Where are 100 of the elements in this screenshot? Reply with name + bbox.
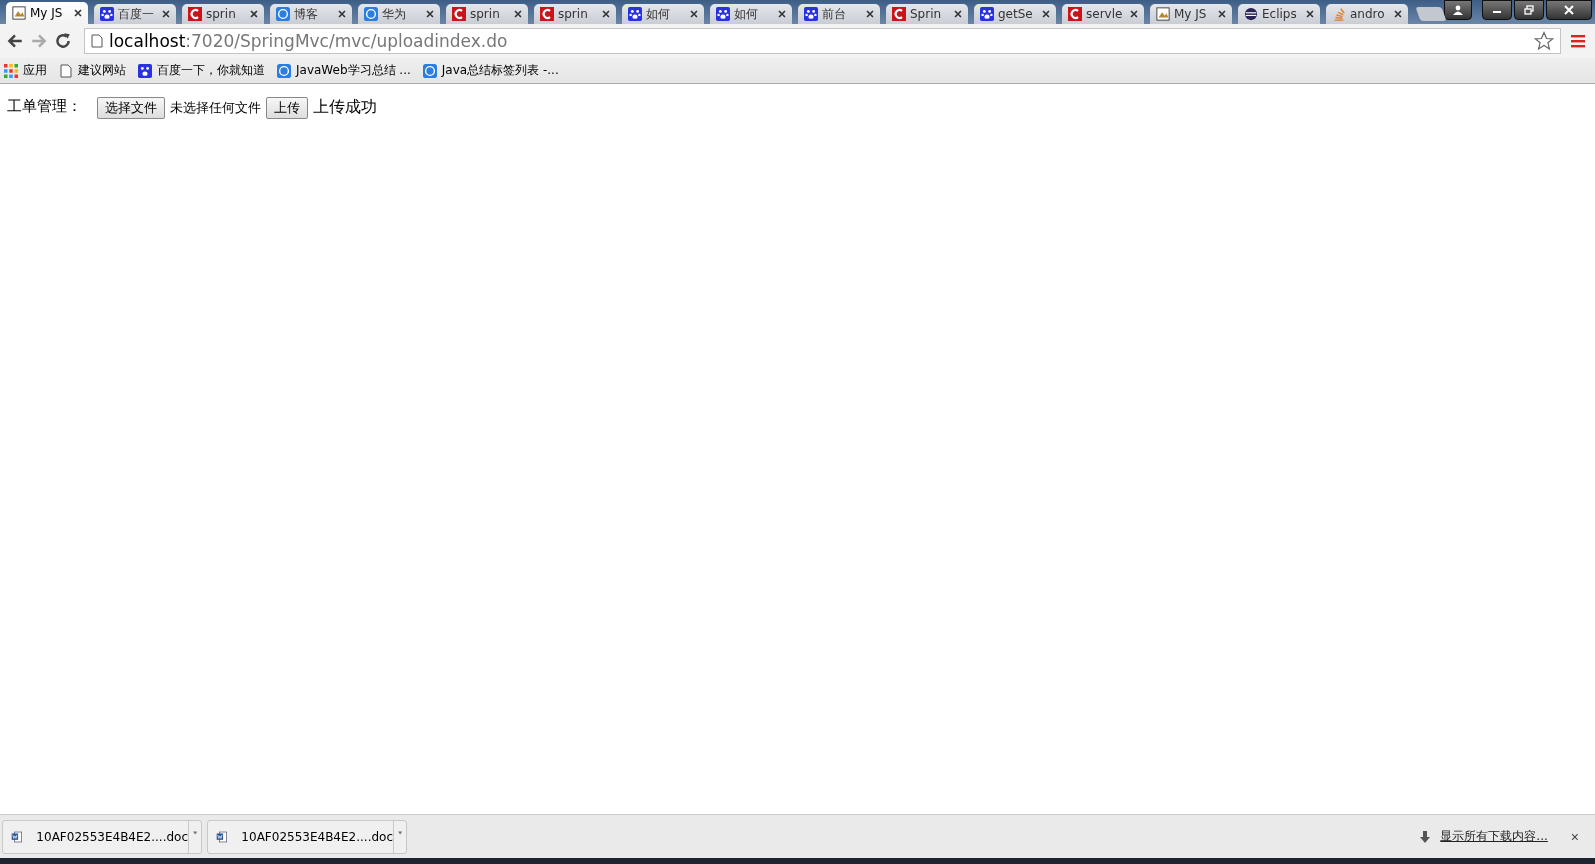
circle-logo-icon <box>276 7 290 21</box>
browser-tab[interactable]: My JS <box>1150 4 1232 24</box>
bookmark[interactable]: 百度一下，你就知道 <box>138 62 265 79</box>
paw-icon <box>980 7 994 21</box>
download-item[interactable]: 10AF02553E4B4E2....doc <box>2 819 202 854</box>
download-item[interactable]: 10AF02553E4B4E2....doc <box>207 819 407 854</box>
menu-icon[interactable] <box>1571 34 1585 48</box>
close-icon[interactable] <box>778 10 786 18</box>
restore-icon <box>1524 5 1534 15</box>
close-icon[interactable] <box>162 10 170 18</box>
circle-logo-icon <box>422 63 437 78</box>
close-icon[interactable] <box>1042 10 1050 18</box>
tab-title: Sprin <box>910 7 943 21</box>
star-icon[interactable] <box>1534 31 1554 51</box>
browser-tab[interactable]: 华为 <box>358 4 440 24</box>
close-icon[interactable] <box>954 10 962 18</box>
circle-logo-icon <box>364 7 378 21</box>
tab-title: getSe <box>998 7 1034 21</box>
browser-tab[interactable]: 前台 <box>798 4 880 24</box>
new-tab-button[interactable] <box>1415 7 1447 21</box>
close-icon[interactable] <box>690 10 698 18</box>
paw-icon <box>716 7 730 21</box>
paw-icon <box>138 63 152 78</box>
tab-title: 如何 <box>734 5 759 23</box>
tab-title: 博客 <box>294 5 319 23</box>
reload-icon[interactable] <box>54 32 72 50</box>
tab-title: sprin <box>558 7 589 21</box>
upload-button[interactable]: 上传 <box>266 97 308 119</box>
c-logo-icon <box>1068 7 1082 21</box>
caret-icon[interactable] <box>192 830 197 835</box>
close-icon[interactable] <box>1218 10 1226 18</box>
tab-title: servle <box>1086 7 1124 21</box>
eclipse-icon <box>1244 7 1258 21</box>
circle-logo-icon <box>277 63 291 78</box>
choose-file-button[interactable]: 选择文件 <box>97 97 165 119</box>
browser-tab[interactable]: sprin <box>446 4 528 24</box>
minimize-button[interactable] <box>1482 0 1512 20</box>
caret-icon[interactable] <box>397 830 402 835</box>
browser-tab[interactable]: servle <box>1062 4 1144 24</box>
browser-tab[interactable]: My JS <box>6 2 88 24</box>
c-logo-icon <box>892 7 906 21</box>
browser-tab[interactable]: andro <box>1326 4 1408 24</box>
word-document-icon <box>11 828 23 845</box>
browser-tab[interactable]: 百度一 <box>94 4 176 24</box>
address-bar[interactable]: localhost:7020/SpringMvc/mvc/uploadindex.do <box>84 28 1561 54</box>
close-download-bar-button[interactable]: × <box>1568 828 1581 845</box>
bookmark[interactable]: Java总结标签列表 -... <box>422 62 559 79</box>
browser-tab[interactable]: getSe <box>974 4 1056 24</box>
browser-tab[interactable]: 博客 <box>270 4 352 24</box>
browser-tab[interactable]: 如何 <box>710 4 792 24</box>
close-icon[interactable] <box>1394 10 1402 18</box>
apps-icon <box>4 63 18 78</box>
stack-icon <box>1332 7 1346 21</box>
person-icon <box>1452 5 1464 15</box>
tab-title: andro <box>1350 7 1386 21</box>
browser-tab[interactable]: sprin <box>534 4 616 24</box>
user-button[interactable] <box>1444 0 1472 20</box>
browser-tab[interactable]: Eclips <box>1238 4 1320 24</box>
close-icon[interactable] <box>1130 10 1138 18</box>
show-all-downloads-link[interactable]: 显示所有下载内容... <box>1440 828 1548 845</box>
paw-icon <box>628 7 642 21</box>
c-logo-icon <box>540 7 554 21</box>
close-icon[interactable] <box>426 10 434 18</box>
url-text: localhost:7020/SpringMvc/mvc/uploadindex.do <box>109 31 509 51</box>
tab-title: My JS <box>30 6 64 20</box>
file-status: 未选择任何文件 <box>170 99 261 117</box>
tab-title: 华为 <box>382 5 407 23</box>
page-icon <box>59 63 73 78</box>
browser-tab[interactable]: Sprin <box>886 4 968 24</box>
close-icon[interactable] <box>74 9 82 17</box>
word-document-icon <box>216 828 228 845</box>
paw-icon <box>804 7 818 21</box>
bookmark[interactable]: 应用 <box>4 62 47 79</box>
close-icon <box>1564 5 1574 15</box>
close-icon[interactable] <box>1306 10 1314 18</box>
tab-title: 如何 <box>646 5 671 23</box>
close-icon[interactable] <box>866 10 874 18</box>
tab-title: sprin <box>206 7 237 21</box>
page-icon <box>91 34 103 48</box>
bookmark[interactable]: JavaWeb学习总结 ... <box>277 62 411 79</box>
close-icon[interactable] <box>514 10 522 18</box>
c-logo-icon <box>188 7 202 21</box>
image-icon <box>12 6 26 20</box>
c-logo-icon <box>452 7 466 21</box>
tab-title: My JS <box>1174 7 1208 21</box>
paw-icon <box>100 7 114 21</box>
tab-title: Eclips <box>1262 7 1298 21</box>
close-icon[interactable] <box>338 10 346 18</box>
form-label: 工单管理： <box>7 97 82 116</box>
close-icon[interactable] <box>250 10 258 18</box>
tab-title: 前台 <box>822 5 847 23</box>
image-icon <box>1156 7 1170 21</box>
tab-title: 百度一 <box>118 5 155 23</box>
close-icon[interactable] <box>602 10 610 18</box>
browser-tab[interactable]: sprin <box>182 4 264 24</box>
back-icon[interactable] <box>6 32 24 50</box>
restore-button[interactable] <box>1514 0 1544 20</box>
bookmark[interactable]: 建议网站 <box>59 62 126 79</box>
browser-tab[interactable]: 如何 <box>622 4 704 24</box>
close-window-button[interactable] <box>1546 0 1592 20</box>
